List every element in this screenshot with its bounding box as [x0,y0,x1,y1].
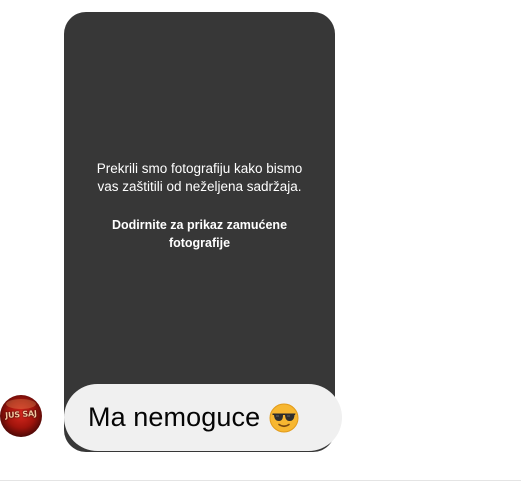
sunglasses-emoji-icon [269,403,299,433]
avatar-gloss [6,399,36,409]
message-bubble[interactable]: Ma nemoguce [64,384,342,451]
composer-divider [0,480,521,481]
reveal-photo-link[interactable]: Dodirnite za prikaz zamućene fotografije [90,216,310,252]
avatar-logo-text: JUS SAJ [4,408,38,421]
sender-avatar[interactable]: JUS SAJ [0,395,42,437]
message-thread: Prekrili smo fotografiju kako bismo vas … [0,0,521,496]
blur-notice-text: Prekrili smo fotografiju kako bismo vas … [96,161,303,194]
message-text: Ma nemoguce [88,402,261,432]
